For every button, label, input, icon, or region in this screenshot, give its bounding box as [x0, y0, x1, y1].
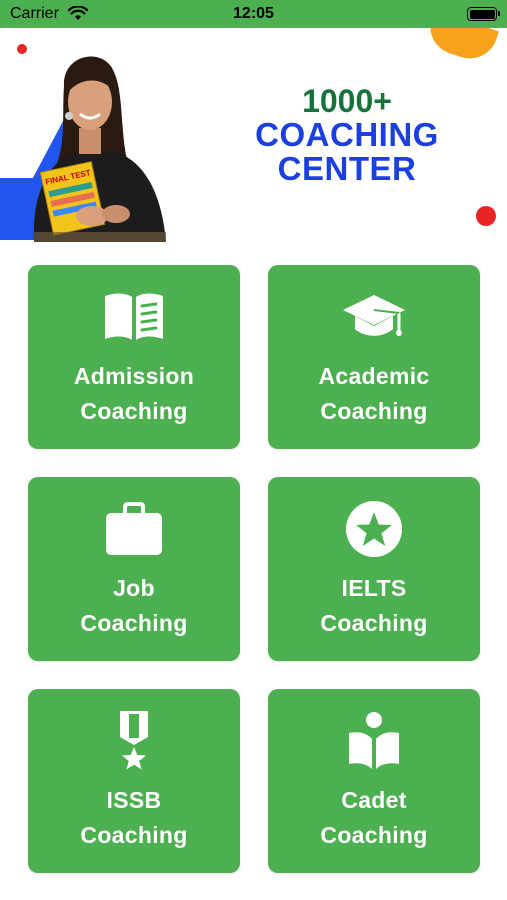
promo-title-line: CENTER	[277, 150, 417, 187]
tile-label: Job Coaching	[80, 575, 188, 636]
star-circle-icon	[268, 499, 480, 559]
tile-label: Cadet Coaching	[320, 787, 428, 848]
reader-icon	[268, 711, 480, 771]
clock: 12:05	[233, 5, 274, 22]
decorative-dot	[476, 206, 496, 226]
tile-cadet-coaching[interactable]: Cadet Coaching	[268, 689, 480, 873]
tile-label: ISSB Coaching	[80, 787, 188, 848]
status-bar: Carrier 12:05	[0, 0, 507, 28]
tile-admission-coaching[interactable]: Admission Coaching	[28, 265, 240, 449]
student-illustration: FINAL TEST	[33, 56, 166, 242]
tile-issb-coaching[interactable]: ISSB Coaching	[28, 689, 240, 873]
medal-icon	[28, 711, 240, 771]
open-book-icon	[28, 287, 240, 347]
promo-title-line: COACHING	[255, 116, 439, 153]
briefcase-icon	[28, 499, 240, 559]
battery-icon	[467, 7, 500, 21]
promo-count: 1000+	[302, 83, 392, 119]
promo-banner[interactable]: FINAL TEST 1000+ COACHING CENTER	[0, 28, 507, 243]
graduation-cap-icon	[268, 287, 480, 347]
tile-label: Admission Coaching	[73, 363, 195, 424]
tile-ielts-coaching[interactable]: IELTS Coaching	[268, 477, 480, 661]
tile-academic-coaching[interactable]: Academic Coaching	[268, 265, 480, 449]
tile-label: Academic Coaching	[318, 363, 430, 424]
decorative-shape	[423, 28, 499, 66]
tile-label: IELTS Coaching	[320, 575, 428, 636]
promo-headline: 1000+ COACHING CENTER	[240, 84, 454, 186]
tile-job-coaching[interactable]: Job Coaching	[28, 477, 240, 661]
